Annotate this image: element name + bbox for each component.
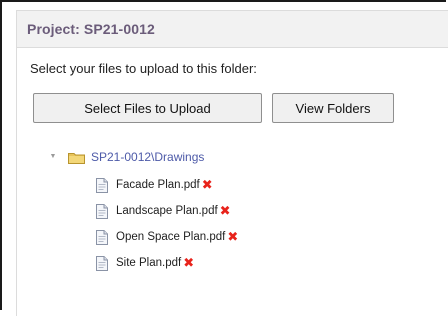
file-label[interactable]: Site Plan.pdf bbox=[116, 257, 181, 269]
panel-header: Project: SP21-0012 bbox=[17, 11, 448, 48]
file-list: Facade Plan.pdf ✖ Landscape Plan.pdf ✖ O… bbox=[95, 172, 238, 276]
file-icon bbox=[95, 255, 109, 271]
file-item[interactable]: Site Plan.pdf ✖ bbox=[95, 250, 238, 276]
delete-icon[interactable]: ✖ bbox=[227, 231, 238, 244]
folder-label[interactable]: SP21-0012\Drawings bbox=[91, 150, 204, 164]
file-icon bbox=[95, 229, 109, 245]
delete-icon[interactable]: ✖ bbox=[220, 205, 231, 218]
window-frame: Project: SP21-0012 Select your files to … bbox=[0, 0, 448, 316]
file-label[interactable]: Landscape Plan.pdf bbox=[116, 205, 218, 217]
file-item[interactable]: Open Space Plan.pdf ✖ bbox=[95, 224, 238, 250]
select-files-button[interactable]: Select Files to Upload bbox=[33, 93, 262, 123]
page-title: Project: SP21-0012 bbox=[27, 21, 155, 37]
tree-folder-node[interactable]: ▼ SP21-0012\Drawings bbox=[48, 146, 238, 168]
view-folders-button[interactable]: View Folders bbox=[272, 93, 394, 123]
delete-icon[interactable]: ✖ bbox=[202, 179, 213, 192]
file-icon bbox=[95, 203, 109, 219]
delete-icon[interactable]: ✖ bbox=[183, 257, 194, 270]
folder-tree: ▼ SP21-0012\Drawings Facade Plan.pdf ✖ L… bbox=[48, 146, 238, 276]
file-item[interactable]: Facade Plan.pdf ✖ bbox=[95, 172, 238, 198]
file-item[interactable]: Landscape Plan.pdf ✖ bbox=[95, 198, 238, 224]
collapse-arrow-icon[interactable]: ▼ bbox=[48, 151, 58, 161]
file-icon bbox=[95, 177, 109, 193]
file-label[interactable]: Facade Plan.pdf bbox=[116, 179, 200, 191]
upload-instruction: Select your files to upload to this fold… bbox=[30, 61, 257, 76]
file-label[interactable]: Open Space Plan.pdf bbox=[116, 231, 225, 243]
folder-icon bbox=[68, 151, 85, 164]
